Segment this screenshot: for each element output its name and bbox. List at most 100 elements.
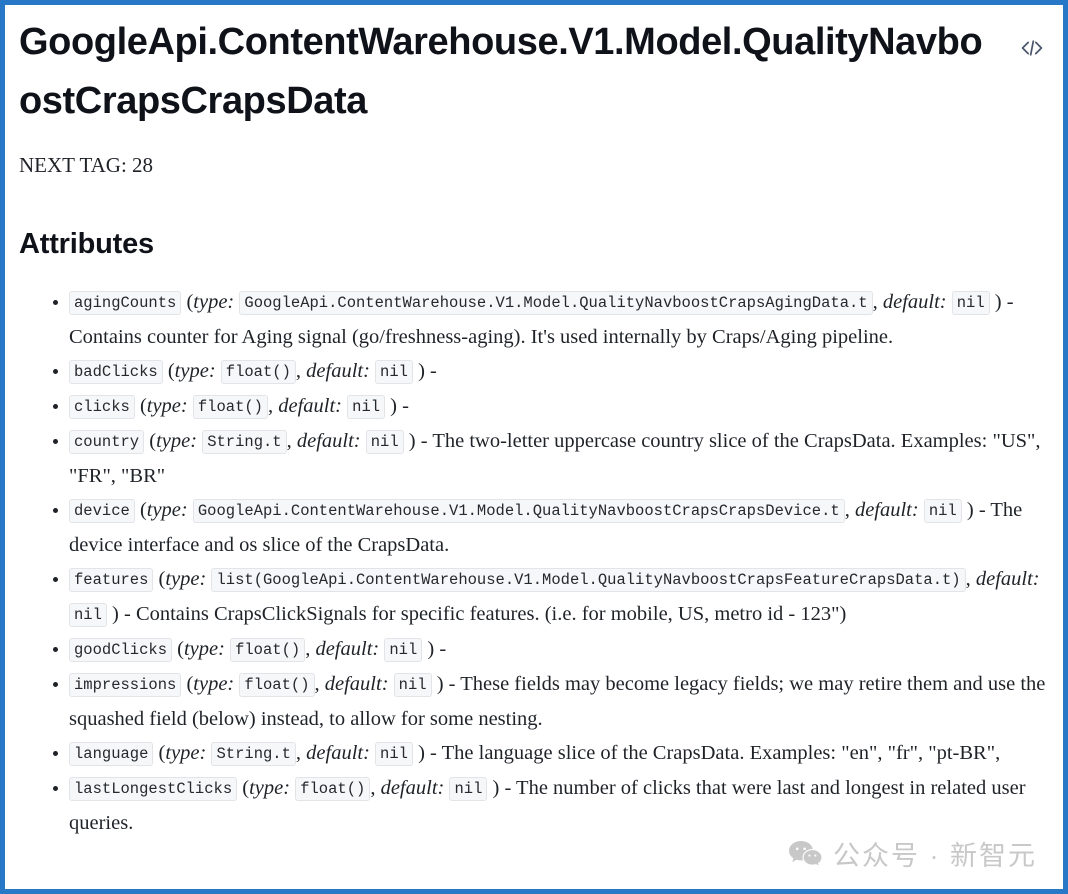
comma-separator: , xyxy=(965,568,971,590)
attribute-type: String.t xyxy=(211,742,296,766)
attribute-default: nil xyxy=(449,777,488,801)
attribute-type: GoogleApi.ContentWarehouse.V1.Model.Qual… xyxy=(239,291,873,315)
open-paren: ( xyxy=(139,499,147,521)
attribute-item: goodClicks (type: float(), default: nil … xyxy=(19,632,1049,667)
close-paren: ) xyxy=(390,395,397,417)
attribute-item: badClicks (type: float(), default: nil )… xyxy=(19,354,1049,389)
attribute-name: country xyxy=(69,430,145,454)
attribute-item: device (type: GoogleApi.ContentWarehouse… xyxy=(19,493,1049,562)
attribute-description: Contains CrapsClickSignals for specific … xyxy=(135,603,847,625)
attributes-heading: Attributes xyxy=(19,228,154,260)
open-paren: ( xyxy=(139,395,147,417)
type-label: type: xyxy=(249,777,291,799)
attribute-default: nil xyxy=(365,430,404,454)
comma-separator: , xyxy=(844,499,850,521)
close-paren: ) xyxy=(112,603,119,625)
close-paren: ) xyxy=(966,499,974,521)
attribute-name: goodClicks xyxy=(69,638,173,662)
type-label: type: xyxy=(193,291,235,313)
attribute-name: agingCounts xyxy=(69,291,182,315)
default-label: default: xyxy=(296,430,361,452)
dash-separator: - xyxy=(430,360,437,382)
attribute-description: Contains counter for Aging signal (go/fr… xyxy=(69,326,894,348)
close-paren: ) xyxy=(427,638,435,660)
comma-separator: , xyxy=(370,777,376,799)
dash-separator: - xyxy=(978,499,986,521)
open-paren: ( xyxy=(177,638,184,660)
attributes-list: agingCounts (type: GoogleApi.ContentWare… xyxy=(19,285,1049,840)
type-label: type: xyxy=(146,499,188,521)
attribute-type: GoogleApi.ContentWarehouse.V1.Model.Qual… xyxy=(192,499,845,523)
close-paren: ) xyxy=(418,360,425,382)
attribute-type: list(GoogleApi.ContentWarehouse.V1.Model… xyxy=(211,568,966,592)
dash-separator: - xyxy=(402,395,409,417)
dash-separator: - xyxy=(504,777,512,799)
attribute-default: nil xyxy=(951,291,990,315)
attribute-default: nil xyxy=(923,499,962,523)
default-label: default: xyxy=(306,360,370,382)
attribute-type: float() xyxy=(239,673,315,697)
attribute-item: agingCounts (type: GoogleApi.ContentWare… xyxy=(19,285,1049,354)
attribute-item: clicks (type: float(), default: nil ) - xyxy=(19,389,1049,424)
close-paren: ) xyxy=(408,430,416,452)
type-label: type: xyxy=(183,638,225,660)
default-label: default: xyxy=(380,777,445,799)
attribute-default: nil xyxy=(393,673,432,697)
attribute-type: float() xyxy=(230,638,306,662)
open-paren: ( xyxy=(167,360,175,382)
comma-separator: , xyxy=(305,638,311,660)
attribute-name: clicks xyxy=(69,395,135,419)
default-label: default: xyxy=(278,395,343,417)
attribute-name: impressions xyxy=(69,673,182,697)
close-paren: ) xyxy=(994,291,1002,313)
attribute-default: nil xyxy=(69,603,107,627)
close-paren: ) xyxy=(418,742,425,764)
attribute-type: float() xyxy=(192,395,268,419)
page-header: GoogleApi.ContentWarehouse.V1.Model.Qual… xyxy=(19,13,1049,131)
attribute-default: nil xyxy=(375,360,413,384)
attribute-name: device xyxy=(69,499,135,523)
attribute-name: badClicks xyxy=(69,360,163,384)
attribute-type: float() xyxy=(295,777,371,801)
default-label: default: xyxy=(882,291,947,313)
comma-separator: , xyxy=(268,395,274,417)
code-brackets-icon[interactable] xyxy=(1019,35,1045,61)
attribute-item: lastLongestClicks (type: float(), defaul… xyxy=(19,771,1049,840)
document-body: GoogleApi.ContentWarehouse.V1.Model.Qual… xyxy=(5,5,1063,889)
attribute-description: The language slice of the CrapsData. Exa… xyxy=(441,742,1001,764)
dash-separator: - xyxy=(448,673,456,695)
dash-separator: - xyxy=(1006,291,1014,313)
attribute-default: nil xyxy=(347,395,386,419)
comma-separator: , xyxy=(286,430,292,452)
type-label: type: xyxy=(165,742,207,764)
default-label: default: xyxy=(306,742,370,764)
next-tag-label: NEXT TAG: 28 xyxy=(19,153,154,177)
attribute-name: language xyxy=(69,742,154,766)
close-paren: ) xyxy=(436,673,444,695)
default-label: default: xyxy=(854,499,919,521)
attribute-item: country (type: String.t, default: nil ) … xyxy=(19,424,1049,493)
comma-separator: , xyxy=(295,742,302,764)
dash-separator: - xyxy=(439,638,447,660)
attribute-type: float() xyxy=(220,360,296,384)
type-label: type: xyxy=(193,673,235,695)
comma-separator: , xyxy=(295,360,302,382)
attribute-item: impressions (type: float(), default: nil… xyxy=(19,667,1049,736)
type-label: type: xyxy=(174,360,216,382)
attribute-type: String.t xyxy=(202,430,287,454)
comma-separator: , xyxy=(872,291,878,313)
page-title: GoogleApi.ContentWarehouse.V1.Model.Qual… xyxy=(19,21,983,122)
type-label: type: xyxy=(156,430,198,452)
dash-separator: - xyxy=(420,430,428,452)
attribute-name: features xyxy=(69,568,154,592)
attribute-default: nil xyxy=(384,638,423,662)
attribute-name: lastLongestClicks xyxy=(69,777,238,801)
type-label: type: xyxy=(165,568,207,590)
attribute-default: nil xyxy=(375,742,413,766)
attribute-item: features (type: list(GoogleApi.ContentWa… xyxy=(19,562,1049,632)
close-paren: ) xyxy=(492,777,500,799)
default-label: default: xyxy=(315,638,380,660)
dash-separator: - xyxy=(430,742,437,764)
attribute-item: language (type: String.t, default: nil )… xyxy=(19,736,1049,771)
default-label: default: xyxy=(324,673,389,695)
